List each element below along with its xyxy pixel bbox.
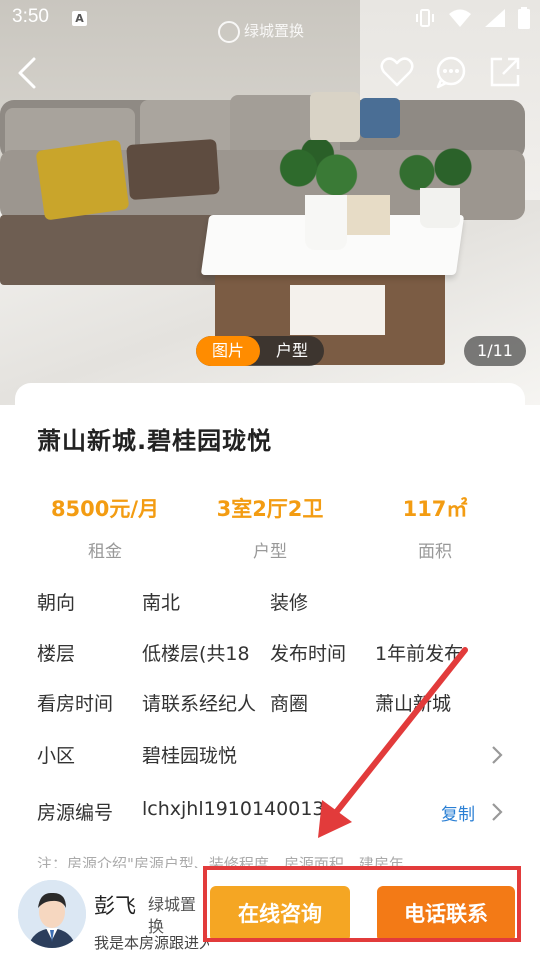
photo-pillow bbox=[126, 138, 220, 201]
metric-layout: 3室2厅2卫 户型 bbox=[185, 493, 355, 562]
signal-icon bbox=[485, 9, 505, 27]
metric-value: 8500元/月 bbox=[50, 497, 160, 521]
detail-key: 小区 bbox=[37, 745, 76, 767]
detail-value: 请联系经纪人 bbox=[142, 693, 257, 715]
tab-photos[interactable]: 图片 bbox=[196, 336, 261, 366]
back-icon[interactable] bbox=[10, 55, 46, 91]
detail-value: 南北 bbox=[142, 592, 181, 614]
photo-pillow bbox=[35, 139, 130, 221]
metric-label: 户型 bbox=[253, 542, 287, 562]
brand-logo-icon bbox=[218, 20, 240, 43]
media-tabs: 图片 户型 bbox=[196, 336, 325, 366]
agent-name: 彭飞 bbox=[94, 894, 136, 918]
status-time: 3:50 bbox=[12, 6, 49, 27]
message-icon[interactable] bbox=[434, 55, 468, 89]
annotation-highlight-box bbox=[203, 866, 521, 942]
chevron-right-icon[interactable] bbox=[487, 800, 507, 824]
detail-key: 看房时间 bbox=[37, 693, 114, 715]
wifi-icon bbox=[449, 9, 471, 27]
detail-key: 朝向 bbox=[37, 592, 76, 614]
status-icons bbox=[414, 6, 530, 30]
agent-avatar-icon bbox=[18, 880, 86, 948]
listing-metrics: 8500元/月 租金 3室2厅2卫 户型 117㎡ 面积 bbox=[15, 493, 525, 563]
battery-icon bbox=[518, 7, 530, 29]
metric-value: 3室2厅2卫 bbox=[216, 497, 324, 521]
detail-key: 楼层 bbox=[37, 643, 76, 665]
listing-title: 萧山新城.碧桂园珑悦 bbox=[37, 427, 273, 455]
detail-key: 装修 bbox=[270, 592, 309, 614]
detail-row: 朝向 南北 装修 bbox=[37, 588, 507, 628]
photo-pillow bbox=[360, 98, 400, 138]
status-bar: 3:50 A 绿城置换 bbox=[0, 0, 540, 43]
agent-intro: 我是本房源跟进人 bbox=[94, 934, 209, 952]
photo-coffee-table-drawer bbox=[290, 285, 385, 335]
photo-pillow bbox=[310, 92, 360, 142]
photo-plant-pot bbox=[420, 188, 460, 228]
chevron-right-icon bbox=[492, 746, 503, 764]
metric-label: 租金 bbox=[88, 542, 122, 562]
detail-value: 低楼层(共18 bbox=[142, 643, 250, 665]
vibrate-icon bbox=[416, 9, 434, 27]
agent-avatar[interactable] bbox=[18, 880, 86, 948]
metric-value: 117㎡ bbox=[402, 497, 468, 521]
brand-watermark: 绿城置换 bbox=[218, 20, 304, 50]
metric-area: 117㎡ 面积 bbox=[350, 493, 520, 562]
annotation-arrow-icon bbox=[318, 647, 468, 838]
photo-counter: 1/11 bbox=[464, 336, 526, 366]
top-actions bbox=[380, 55, 522, 91]
brand-name: 绿城置换 bbox=[244, 22, 305, 40]
metric-label: 面积 bbox=[418, 542, 452, 562]
detail-key: 房源编号 bbox=[37, 802, 114, 824]
photo-plant-pot bbox=[305, 195, 347, 250]
metric-rent: 8500元/月 租金 bbox=[20, 493, 190, 562]
favorite-icon[interactable] bbox=[380, 55, 414, 89]
tab-floorplan[interactable]: 户型 bbox=[260, 336, 324, 366]
keyboard-indicator: A bbox=[72, 11, 87, 26]
share-icon[interactable] bbox=[488, 55, 522, 89]
